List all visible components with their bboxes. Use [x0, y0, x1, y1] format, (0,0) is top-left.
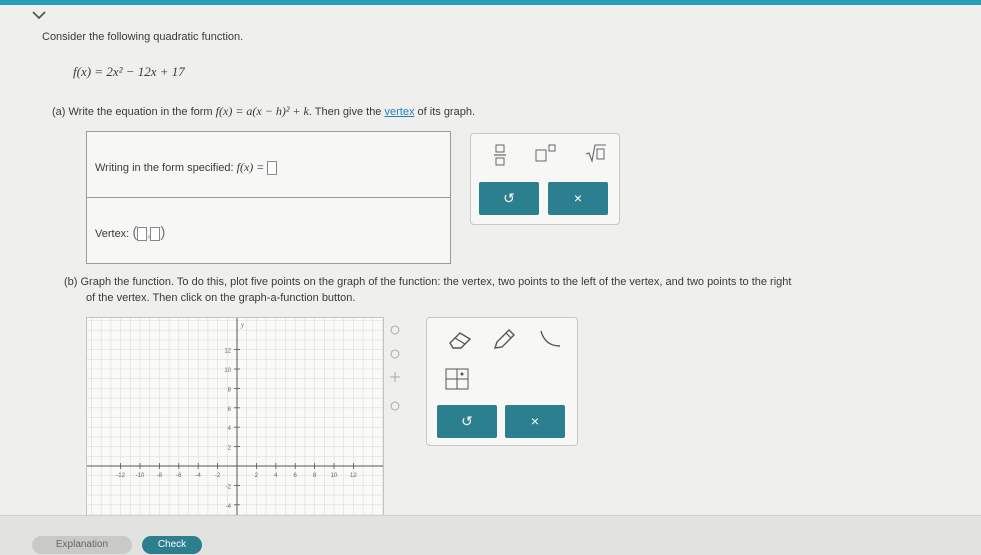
y-tick-label: 10	[224, 368, 231, 374]
form-answer-line: Writing in the form specified: f(x) =	[95, 160, 278, 176]
x-tick-label: -4	[196, 473, 202, 479]
point-grid-icon[interactable]	[445, 368, 469, 390]
y-tick-label: 12	[224, 349, 231, 355]
fraction-icon[interactable]	[493, 144, 507, 166]
vertex-y-input[interactable]	[150, 227, 161, 242]
form-answer-input[interactable]	[267, 161, 278, 176]
vertex-answer-line: Vertex: (,)	[95, 224, 166, 242]
vertex-form-expression: f(x) = a(x − h)² + k	[215, 104, 309, 118]
form-answer-row: Writing in the form specified: f(x) =	[87, 132, 450, 197]
form-answer-label: Writing in the form specified:	[95, 162, 234, 174]
part-b-instruction-line1: (b) Graph the function. To do this, plot…	[64, 276, 792, 288]
explanation-button[interactable]: Explanation	[32, 536, 132, 554]
graph-side-icons	[390, 325, 400, 411]
check-button[interactable]: Check	[142, 536, 202, 554]
graph-undo-button[interactable]: ↺	[437, 405, 497, 438]
zoom-in-icon[interactable]	[390, 325, 400, 335]
function-definition: f(x) = 2x² − 12x + 17	[73, 64, 185, 79]
part-a-prefix: (a) Write the equation in the form	[52, 106, 213, 118]
vertex-x-input[interactable]	[137, 227, 148, 242]
sqrt-icon[interactable]	[585, 143, 607, 163]
x-tick-label: -6	[176, 473, 182, 479]
part-a-suffix1: . Then give the	[308, 106, 382, 118]
graph-clear-button[interactable]: ×	[505, 405, 565, 438]
vertex-answer-row: Vertex: (,)	[87, 197, 450, 263]
collapse-chevron-icon[interactable]	[30, 8, 48, 22]
pan-icon[interactable]	[390, 372, 400, 382]
x-tick-label: -2	[215, 473, 221, 479]
answer-box: Writing in the form specified: f(x) = Ve…	[86, 131, 451, 264]
vertex-definition-link[interactable]: vertex	[385, 106, 415, 118]
graph-tool-panel: ↺ ×	[426, 317, 578, 446]
reset-view-icon[interactable]	[390, 401, 400, 411]
x-tick-label: 12	[350, 473, 357, 479]
undo-button[interactable]: ↺	[479, 182, 539, 215]
eraser-icon[interactable]	[447, 330, 473, 350]
zoom-out-icon[interactable]	[390, 349, 400, 359]
superscript-icon[interactable]	[535, 144, 557, 162]
x-tick-label: -8	[157, 473, 163, 479]
vertex-answer-label: Vertex:	[95, 228, 130, 240]
y-axis-label: y	[240, 321, 245, 329]
form-answer-math: f(x) =	[236, 160, 265, 174]
vertex-close-paren: )	[160, 224, 166, 241]
part-b-instruction-line2: of the vertex. Then click on the graph-a…	[86, 292, 356, 304]
coordinate-grid[interactable]: 12108642-2-4-6-12-10-8-6-4-224681012y	[87, 318, 383, 529]
part-a-suffix2: of its graph.	[417, 106, 476, 118]
clear-button[interactable]: ×	[548, 182, 608, 215]
pencil-icon[interactable]	[491, 328, 517, 352]
x-tick-label: -12	[116, 473, 125, 479]
question-intro: Consider the following quadratic functio…	[42, 31, 244, 43]
x-tick-label: 10	[331, 473, 338, 479]
x-tick-label: -10	[136, 473, 145, 479]
graph-area[interactable]: 12108642-2-4-6-12-10-8-6-4-224681012y	[86, 317, 384, 529]
y-tick-label: -4	[226, 504, 232, 510]
part-a-instruction: (a) Write the equation in the form f(x) …	[52, 104, 475, 119]
graph-a-function-icon[interactable]	[537, 328, 563, 352]
math-input-toolbar: ↺ ×	[470, 133, 620, 225]
y-tick-label: -2	[226, 484, 232, 490]
